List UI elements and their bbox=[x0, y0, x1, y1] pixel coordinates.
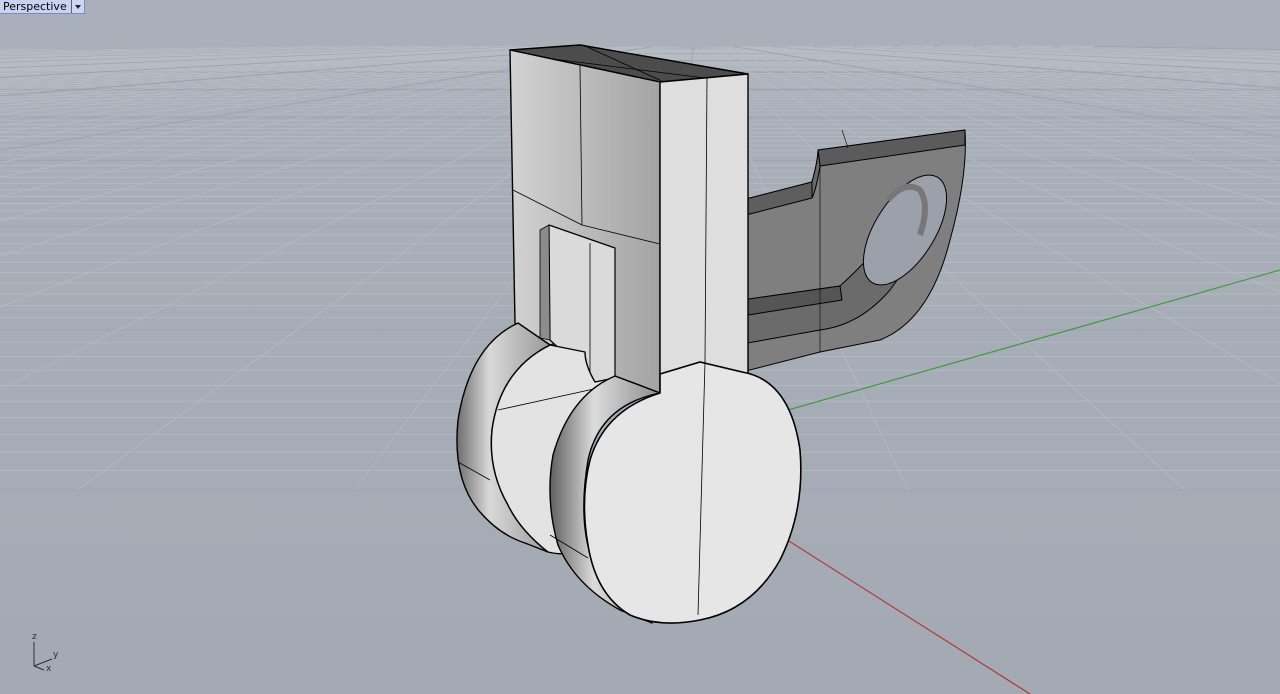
viewport-title[interactable]: Perspective bbox=[0, 0, 71, 13]
upper-block[interactable] bbox=[509, 44, 749, 394]
world-axis-icon: z y x bbox=[32, 632, 59, 674]
x-axis-label: x bbox=[46, 664, 52, 674]
perspective-viewport[interactable]: Perspective z y x bbox=[0, 0, 1280, 694]
right-wheel[interactable] bbox=[549, 361, 802, 624]
viewport-title-tab[interactable]: Perspective bbox=[0, 0, 85, 14]
scene-canvas[interactable] bbox=[0, 0, 1280, 694]
y-axis-label: y bbox=[53, 650, 59, 660]
z-axis-label: z bbox=[32, 632, 37, 642]
chevron-down-icon[interactable] bbox=[70, 0, 84, 13]
